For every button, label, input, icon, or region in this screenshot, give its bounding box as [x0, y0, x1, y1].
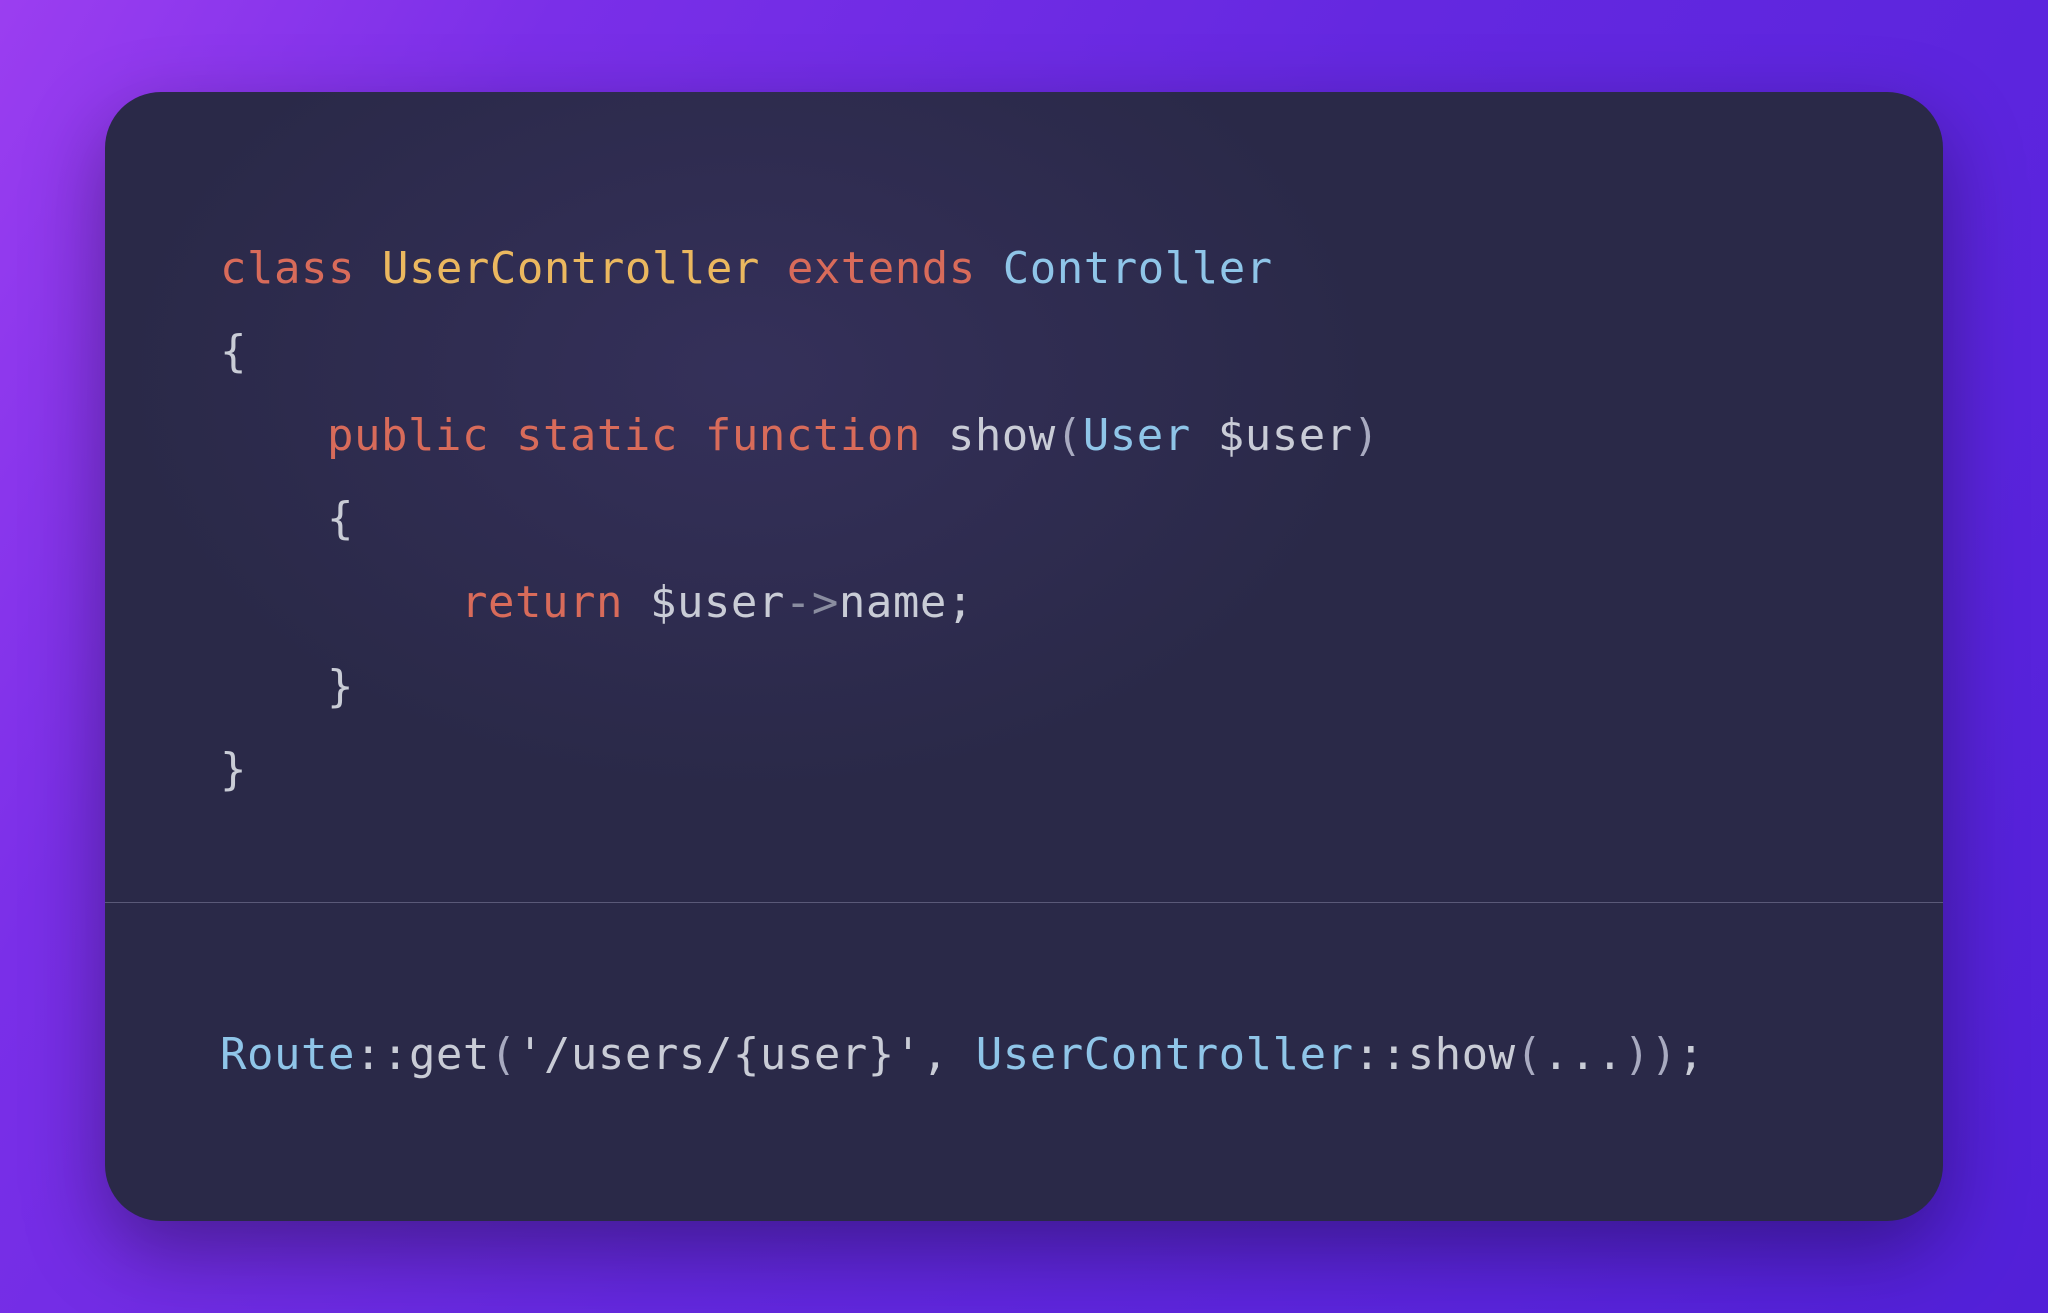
keyword-static: static — [516, 410, 678, 461]
code-line-6: } — [220, 645, 1828, 729]
code-line-2: { — [220, 310, 1828, 394]
code-line-7: } — [220, 728, 1828, 812]
variable: $user — [650, 577, 785, 628]
parent-class: Controller — [1003, 243, 1273, 294]
code-line-4: { — [220, 477, 1828, 561]
keyword-class: class — [220, 243, 355, 294]
function-name: show — [948, 410, 1056, 461]
method-show: show — [1408, 1029, 1516, 1080]
close-paren: ) — [1353, 410, 1380, 461]
open-brace: { — [327, 493, 354, 544]
code-line-bottom-1: Route::get('/users/{user}', UserControll… — [220, 1013, 1828, 1097]
code-line-1: class UserController extends Controller — [220, 227, 1828, 311]
keyword-function: function — [705, 410, 921, 461]
semicolon: ; — [947, 577, 974, 628]
close-brace: } — [327, 661, 354, 712]
open-paren: ( — [490, 1029, 517, 1080]
code-block-bottom: Route::get('/users/{user}', UserControll… — [105, 903, 1943, 1222]
property: name — [839, 577, 947, 628]
method-get: get — [409, 1029, 490, 1080]
code-line-5: return $user->name; — [220, 561, 1828, 645]
open-paren: ( — [1056, 410, 1083, 461]
keyword-return: return — [461, 577, 623, 628]
param-variable: $user — [1218, 410, 1353, 461]
keyword-public: public — [327, 410, 489, 461]
scope-operator: :: — [1354, 1029, 1408, 1080]
route-path-string: '/users/{user}' — [517, 1029, 922, 1080]
arrow-operator: -> — [785, 577, 839, 628]
close-paren: ) — [1624, 1029, 1651, 1080]
open-brace: { — [220, 326, 247, 377]
keyword-extends: extends — [787, 243, 976, 294]
param-type: User — [1083, 410, 1191, 461]
open-paren: ( — [1516, 1029, 1543, 1080]
semicolon: ; — [1678, 1029, 1705, 1080]
route-class: Route — [220, 1029, 355, 1080]
close-brace: } — [220, 744, 247, 795]
code-card: class UserController extends Controller … — [105, 92, 1943, 1222]
scope-operator: :: — [355, 1029, 409, 1080]
close-paren: ) — [1651, 1029, 1678, 1080]
controller-class: UserController — [976, 1029, 1354, 1080]
comma: , — [922, 1029, 976, 1080]
class-name: UserController — [382, 243, 760, 294]
spread-dots: ... — [1543, 1029, 1624, 1080]
code-block-top: class UserController extends Controller … — [105, 92, 1943, 902]
code-line-3: public static function show(User $user) — [220, 394, 1828, 478]
